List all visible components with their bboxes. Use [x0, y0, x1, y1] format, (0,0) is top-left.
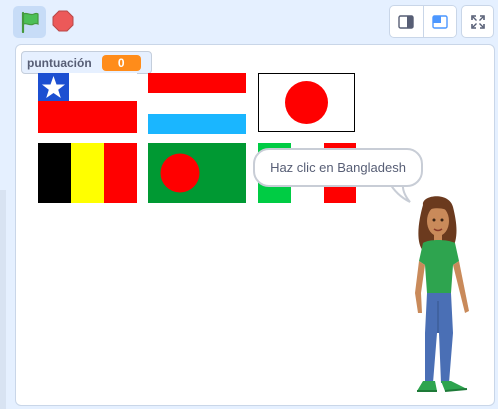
variable-monitor: puntuación 0	[21, 51, 152, 74]
stage[interactable]: puntuación 0 Haz clic en Bangladesh	[15, 44, 495, 406]
speech-bubble: Haz clic en Bangladesh	[253, 148, 423, 187]
stage-size-toggle	[389, 5, 457, 38]
stage-left-edge	[0, 190, 6, 409]
green-flag-icon	[21, 11, 39, 33]
normal-stage-button[interactable]	[422, 6, 456, 37]
variable-monitor-value: 0	[101, 54, 141, 71]
stop-icon	[52, 10, 74, 32]
speech-bubble-text: Haz clic en Bangladesh	[270, 160, 406, 175]
green-flag-button[interactable]	[13, 6, 46, 38]
character-sprite[interactable]	[409, 193, 481, 403]
flag-belgium[interactable]	[38, 143, 137, 203]
variable-monitor-label: puntuación	[27, 55, 92, 70]
flag-chile[interactable]	[38, 73, 137, 133]
flag-luxembourg[interactable]	[148, 73, 246, 134]
small-stage-button[interactable]	[390, 6, 423, 37]
normal-stage-icon	[432, 14, 448, 29]
fullscreen-button[interactable]	[461, 5, 494, 38]
stop-button[interactable]	[50, 7, 76, 35]
small-stage-icon	[398, 14, 415, 29]
flag-bangladesh[interactable]	[148, 143, 246, 203]
flag-japan[interactable]	[258, 73, 355, 132]
stage-toolbar	[0, 0, 498, 44]
fullscreen-icon	[470, 14, 485, 29]
